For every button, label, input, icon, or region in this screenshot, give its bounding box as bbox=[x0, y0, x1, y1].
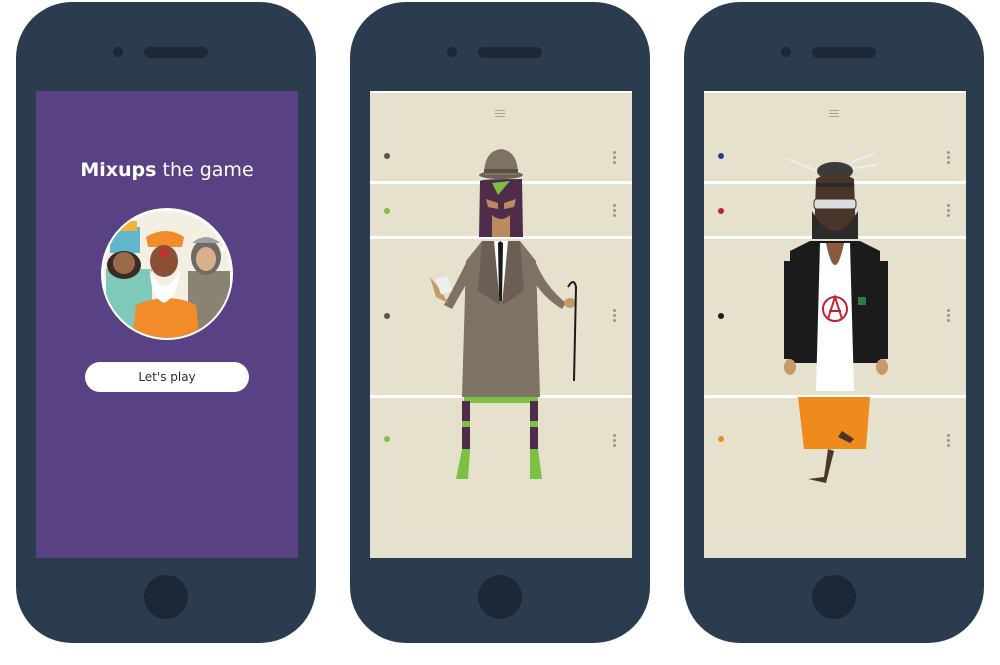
character-punk-monk bbox=[784, 152, 888, 483]
camera-icon bbox=[447, 47, 457, 57]
game-screen-2 bbox=[704, 91, 966, 558]
camera-icon bbox=[113, 47, 123, 57]
characters-illustration bbox=[100, 207, 234, 341]
speaker-grille bbox=[478, 47, 542, 58]
game-title-bold: Mixups bbox=[80, 159, 157, 181]
speaker-grille bbox=[144, 47, 208, 58]
phone-game-2 bbox=[684, 2, 984, 643]
welcome-screen: Mixups the game Let's play bbox=[36, 91, 298, 558]
camera-icon bbox=[781, 47, 791, 57]
game-title: Mixups the game bbox=[36, 159, 298, 181]
character-gentleman-luchador bbox=[430, 149, 578, 479]
lets-play-button[interactable]: Let's play bbox=[85, 362, 249, 392]
phone-welcome: Mixups the game Let's play bbox=[16, 2, 316, 643]
speaker-grille bbox=[812, 47, 876, 58]
home-button[interactable] bbox=[812, 575, 856, 619]
home-button[interactable] bbox=[478, 575, 522, 619]
phone-game-1 bbox=[350, 2, 650, 643]
game-title-rest: the game bbox=[156, 159, 254, 181]
game-screen-1 bbox=[370, 91, 632, 558]
home-button[interactable] bbox=[144, 575, 188, 619]
